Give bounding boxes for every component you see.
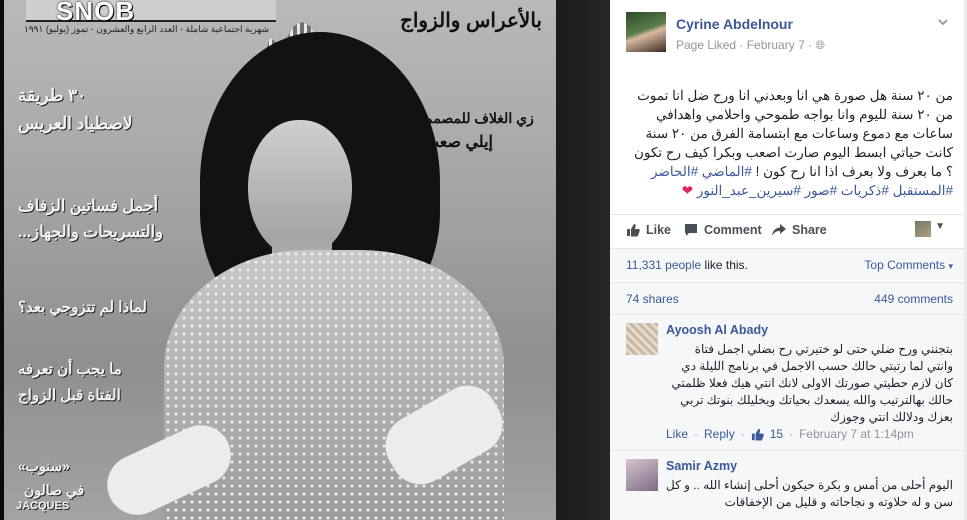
cover-line: لماذا لم تتزوجي بعد؟ xyxy=(18,299,147,316)
commenter-avatar[interactable] xyxy=(626,323,658,355)
like-button[interactable]: Like xyxy=(626,223,671,237)
likes-count-link[interactable]: 11,331 people xyxy=(626,258,701,272)
cover-line: إيلي صعب xyxy=(424,134,493,151)
cover-line: زي الغلاف للمصمم xyxy=(424,110,534,126)
cover-line: ما يجب أن تعرفه xyxy=(18,361,122,378)
comment-label: Comment xyxy=(704,223,762,237)
commenter-name[interactable]: Samir Azmy xyxy=(666,459,737,473)
cover-line: لاصطياد العريس xyxy=(18,114,133,133)
likes-text: 11,331 people like this. xyxy=(626,258,748,272)
photo-viewer: SNOB شهرية اجتماعية شاملة - العدد الرابع… xyxy=(0,0,967,520)
post-actions: Like Comment Share ▼ xyxy=(610,214,967,244)
caret-down-icon: ▾ xyxy=(948,261,953,271)
comment-footer: Like · Reply · 15 · February 7 at 1:14pm xyxy=(666,427,914,441)
cover-line: JACQUES xyxy=(16,500,70,512)
share-comment-counts: 74 shares 449 comments xyxy=(610,282,967,314)
comment-icon xyxy=(685,224,697,236)
commenter-avatar[interactable] xyxy=(626,459,658,491)
share-label: Share xyxy=(792,223,827,237)
viewer-avatar[interactable] xyxy=(915,221,931,237)
comment-item: Samir Azmy اليوم أحلى من أمس و بكرة حيكو… xyxy=(610,450,967,520)
post-meta-text: Page Liked · February 7 · xyxy=(676,38,813,52)
commenter-name[interactable]: Ayoosh Al Abady xyxy=(666,323,768,337)
comments-count-link[interactable]: 449 comments xyxy=(874,292,953,306)
cover-line: «سنوب» xyxy=(18,458,70,474)
masthead-logo: SNOB xyxy=(56,0,136,26)
face xyxy=(248,120,352,258)
masthead-subtitle: شهرية اجتماعية شاملة - العدد الرابع والع… xyxy=(24,24,270,34)
photo-background xyxy=(556,0,610,520)
dot-separator: · xyxy=(789,427,794,441)
comment-like-link[interactable]: Like xyxy=(666,427,688,441)
photo-area[interactable]: SNOB شهرية اجتماعية شاملة - العدد الرابع… xyxy=(0,0,610,520)
like-label: Like xyxy=(646,223,672,237)
cover-line: ٣٠ طريقة xyxy=(18,86,87,105)
cover-line: أجمل فساتين الزفاف xyxy=(18,198,159,215)
post-meta: Page Liked · February 7 · 🌐︎ xyxy=(676,38,825,53)
cover-line: في صالون xyxy=(24,482,85,498)
cover-line: والتسريحات والجهاز... xyxy=(18,224,163,241)
cover-line: الفتاة قبل الزواج xyxy=(18,387,121,404)
shares-link[interactable]: 74 shares xyxy=(626,292,679,306)
page-avatar[interactable] xyxy=(626,12,666,52)
thumbs-up-icon xyxy=(751,428,764,441)
chevron-down-icon[interactable] xyxy=(937,16,951,30)
dot-separator: · xyxy=(694,427,699,441)
share-button[interactable]: Share xyxy=(772,223,827,237)
post-text: من ٢٠ سنة هل صورة هي انا وبعدني انا ورح … xyxy=(624,86,953,200)
masthead: SNOB xyxy=(26,0,276,26)
top-comments-label: Top Comments xyxy=(864,258,946,272)
likes-suffix: like this. xyxy=(704,258,748,272)
likes-summary: 11,331 people like this. Top Comments ▾ xyxy=(610,248,967,280)
comment-reply-link[interactable]: Reply xyxy=(704,427,735,441)
comment-time[interactable]: February 7 at 1:14pm xyxy=(799,427,914,441)
cover-headline: بالأعراس والزواج xyxy=(399,10,542,32)
share-icon xyxy=(772,224,786,236)
thumbs-up-icon xyxy=(627,224,640,237)
comment-item: Ayoosh Al Abady بتجنني ورح ضلي حتى لو خت… xyxy=(610,314,967,450)
post-sidebar: Cyrine Abdelnour Page Liked · February 7… xyxy=(610,0,967,520)
page-name-link[interactable]: Cyrine Abdelnour xyxy=(676,16,793,32)
globe-icon: 🌐︎ xyxy=(815,38,826,52)
caret-down-icon[interactable]: ▼ xyxy=(935,221,945,232)
comment-text: اليوم أحلى من أمس و بكرة حيكون أحلى إنشا… xyxy=(665,478,953,509)
comment-text: بتجنني ورح ضلي حتى لو ختيرتي رح بضلي اجم… xyxy=(671,342,953,424)
dot-separator: · xyxy=(740,427,745,441)
top-comments-dropdown[interactable]: Top Comments ▾ xyxy=(864,258,953,272)
heart-emoji-icon: ❤ xyxy=(681,183,694,198)
comment-like-count[interactable]: 15 xyxy=(770,427,783,441)
magazine-cover: SNOB شهرية اجتماعية شاملة - العدد الرابع… xyxy=(4,0,556,520)
comment-button[interactable]: Comment xyxy=(684,223,762,237)
